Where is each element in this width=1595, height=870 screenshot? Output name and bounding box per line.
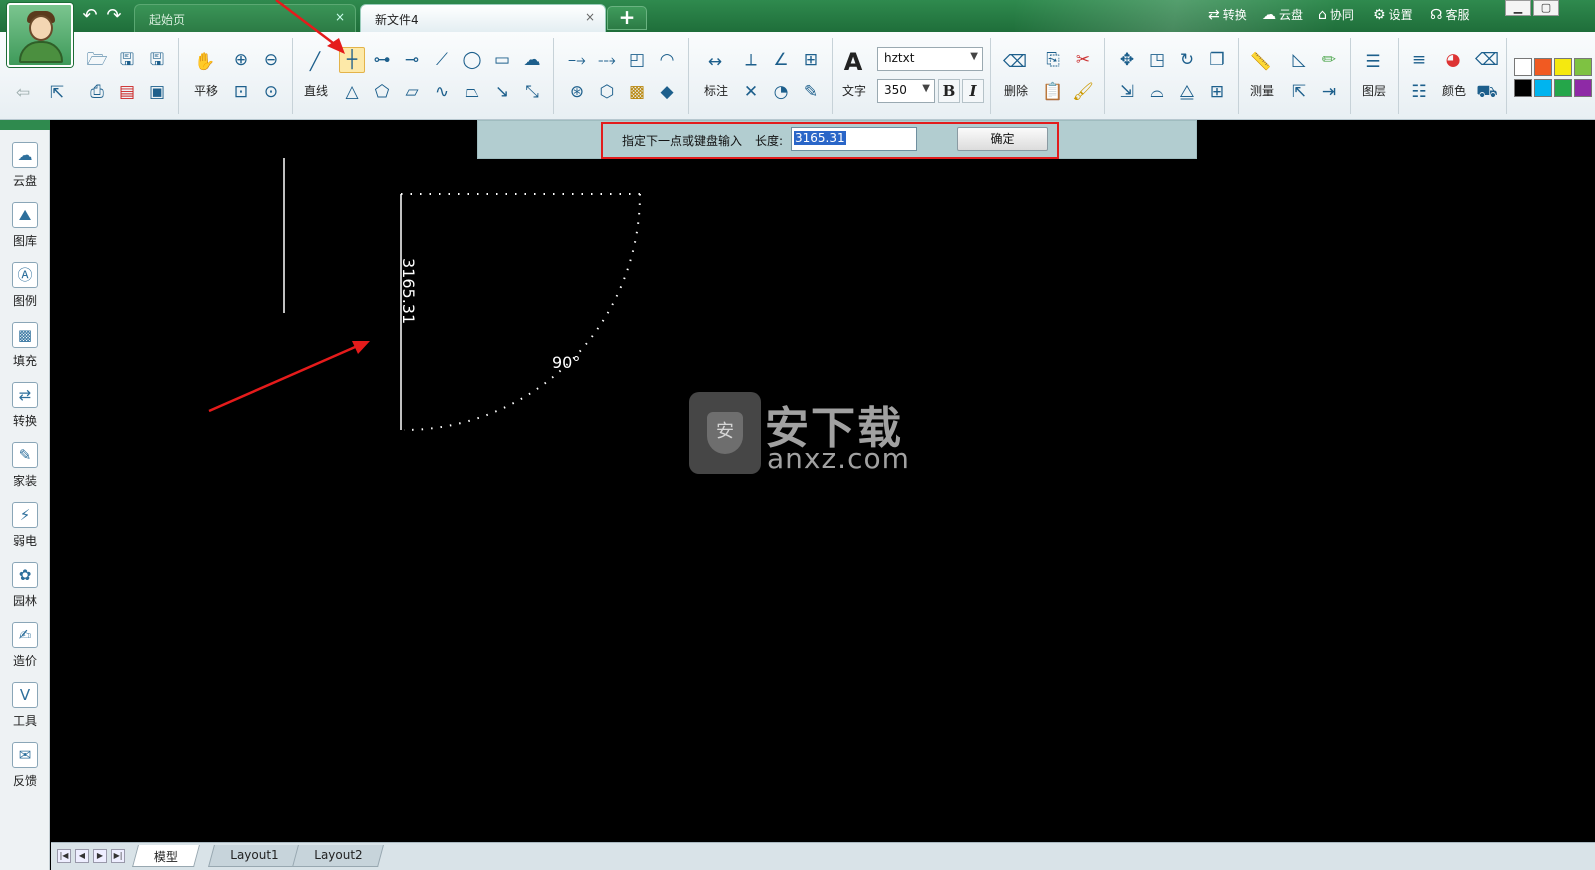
avatar-head: [29, 15, 53, 41]
annotation-arrow-shaft: [208, 342, 363, 413]
first-tab-icon[interactable]: |◀: [57, 849, 71, 863]
command-highlight-box: [601, 122, 1059, 159]
layout-tab-label: 模型: [153, 850, 178, 864]
layout-tab-layout1[interactable]: Layout1: [208, 845, 301, 867]
prev-tab-icon[interactable]: ◀: [75, 849, 89, 863]
user-avatar[interactable]: [7, 3, 73, 67]
watermark: 安 安下载 anxz.com: [689, 392, 909, 478]
angle-arc: [403, 193, 641, 431]
watermark-shield-icon: 安: [689, 392, 761, 474]
layout-tab-bar: |◀ ◀ ▶ ▶| 模型 Layout1 Layout2: [51, 842, 1595, 870]
layout-tab-model[interactable]: 模型: [132, 845, 200, 867]
layout-tab-label: Layout1: [230, 848, 279, 862]
next-tab-icon[interactable]: ▶: [93, 849, 107, 863]
layout-tab-label: Layout2: [314, 848, 363, 862]
toolbar-arrow-shaft: [275, 0, 338, 47]
watermark-shield-glyph: 安: [707, 412, 743, 454]
watermark-text-en: anxz.com: [767, 442, 910, 475]
angle-text: 90°: [552, 353, 580, 372]
layout-tab-layout2[interactable]: Layout2: [292, 845, 385, 867]
last-tab-icon[interactable]: ▶|: [111, 849, 125, 863]
avatar-body: [19, 41, 63, 63]
dimension-length-text: 3165.31: [399, 258, 418, 324]
